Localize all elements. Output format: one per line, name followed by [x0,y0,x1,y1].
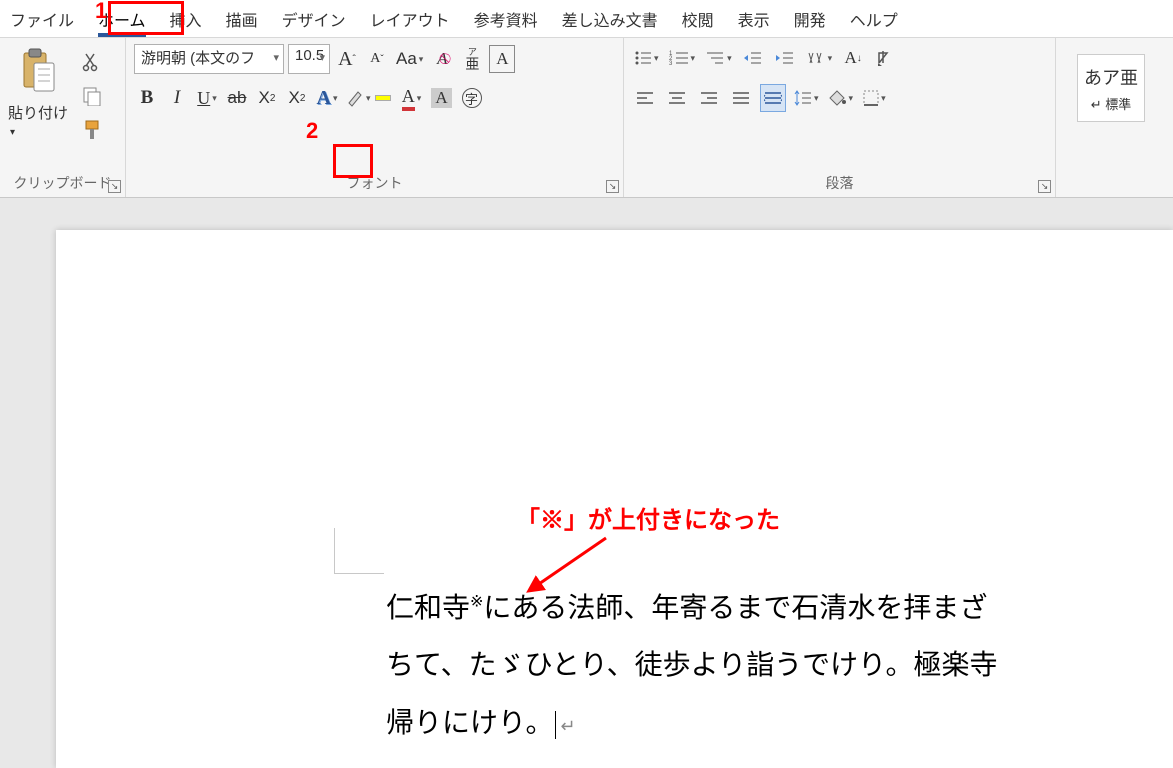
show-marks-button[interactable] [872,44,898,72]
align-right-button[interactable] [696,84,722,112]
style-normal[interactable]: あア亜 ↵ 標準 [1077,54,1145,122]
italic-button[interactable]: I [164,84,190,112]
tab-developer[interactable]: 開発 [794,0,826,39]
font-color-button[interactable]: A▾ [399,84,425,112]
sort-button[interactable]: A↓ [840,44,866,72]
group-label-font: フォント [134,169,615,195]
distributed-button[interactable] [760,84,786,112]
font-dialog-launcher[interactable] [606,180,619,193]
tab-view[interactable]: 表示 [738,0,770,39]
character-border-button[interactable]: A [489,45,515,73]
tab-design[interactable]: デザイン [282,0,346,39]
highlight-button[interactable]: ▾ [344,84,373,112]
underline-button[interactable]: U▾ [194,84,220,112]
format-painter-icon[interactable] [80,118,104,142]
copy-icon[interactable] [80,84,104,108]
tab-layout[interactable]: レイアウト [370,0,450,39]
tab-insert[interactable]: 挿入 [170,0,202,39]
shading-button[interactable]: ▾ [827,84,856,112]
font-size-select[interactable]: 10.5 [288,44,330,74]
decrease-indent-button[interactable] [740,44,766,72]
subscript-button[interactable]: X2 [254,84,280,112]
enclose-characters-button[interactable]: 字 [459,84,485,112]
style-preview: あア亜 [1084,64,1138,90]
document-body-text[interactable]: 仁和寺※にある法師、年寄るまで石清水を拝まざ ちて、たゞひとり、徒歩より詣うでけ… [386,580,1173,752]
justify-button[interactable] [728,84,754,112]
group-clipboard: 貼り付け ▾ クリップボード [0,38,126,197]
group-label-paragraph: 段落 [632,169,1047,195]
ribbon: 2 貼り付け ▾ [0,38,1173,198]
numbering-button[interactable]: 123▾ [667,44,698,72]
tab-draw[interactable]: 描画 [226,0,258,39]
font-name-select[interactable]: 游明朝 (本文のフ [134,44,284,74]
asian-layout-button[interactable]: ▾ [804,44,835,72]
cut-icon[interactable] [80,50,104,74]
superscript-button[interactable]: X2 [284,84,310,112]
text-line3: 帰りにけり。 [386,708,553,739]
text-line2: ちて、たゞひとり、徒歩より詣うでけり。極楽寺 [386,650,998,681]
group-paragraph: ▾ 123▾ ▾ ▾ [624,38,1056,197]
text-cursor [555,711,556,739]
paragraph-dialog-launcher[interactable] [1038,180,1051,193]
clipboard-dialog-launcher[interactable] [108,180,121,193]
group-styles: あア亜 ↵ 標準 [1056,38,1166,197]
paste-icon[interactable] [14,44,62,98]
tab-file[interactable]: ファイル [10,0,74,39]
chevron-down-icon: ▾ [10,127,15,138]
multilevel-list-button[interactable]: ▾ [703,44,734,72]
align-left-button[interactable] [632,84,658,112]
clear-formatting-button[interactable]: A⃠ [429,45,455,73]
ribbon-tabs: ファイル ホーム 挿入 描画 デザイン レイアウト 参考資料 差し込み文書 校閲… [0,0,1173,38]
paste-label[interactable]: 貼り付け ▾ [8,102,68,138]
character-shading-button[interactable]: A [429,84,455,112]
bold-button[interactable]: B [134,84,160,112]
tab-mailings[interactable]: 差し込み文書 [562,0,658,39]
style-name-label: ↵ 標準 [1091,94,1132,113]
svg-text:3: 3 [669,61,673,66]
shrink-font-button[interactable]: Aˇ [364,45,390,73]
group-label-clipboard: クリップボード [8,169,117,195]
document-area: 「※」が上付きになった 仁和寺※にある法師、年寄るまで石清水を拝まざ ちて、たゞ… [0,198,1173,768]
tab-help[interactable]: ヘルプ [850,0,898,39]
phonetic-guide-button[interactable]: ア亜 [459,45,485,73]
strikethrough-button[interactable]: ab [224,84,250,112]
borders-button[interactable]: ▾ [861,84,888,112]
line-spacing-button[interactable]: ▾ [792,84,821,112]
change-case-button[interactable]: Aa▾ [394,45,425,73]
document-page[interactable]: 「※」が上付きになった 仁和寺※にある法師、年寄るまで石清水を拝まざ ちて、たゞ… [56,230,1173,768]
text-superscript: ※ [470,594,483,611]
text-line1a: 仁和寺 [386,593,470,624]
tab-review[interactable]: 校閲 [682,0,714,39]
grow-font-button[interactable]: Aˆ [334,45,360,73]
callout-label-1: 1 [95,0,107,24]
align-center-button[interactable] [664,84,690,112]
annotation-arrow [506,530,626,600]
group-font: 游明朝 (本文のフ 10.5 Aˆ Aˇ Aa▾ A⃠ ア亜 A B I U▾ … [126,38,624,197]
tab-references[interactable]: 参考資料 [474,0,538,39]
callout-label-2: 2 [306,118,318,144]
paragraph-mark-icon: ↵ [560,716,575,736]
text-effects-button[interactable]: A▾ [314,84,340,112]
highlight-color-swatch [375,95,391,101]
bullets-button[interactable]: ▾ [632,44,661,72]
margin-guide [334,528,384,574]
increase-indent-button[interactable] [772,44,798,72]
